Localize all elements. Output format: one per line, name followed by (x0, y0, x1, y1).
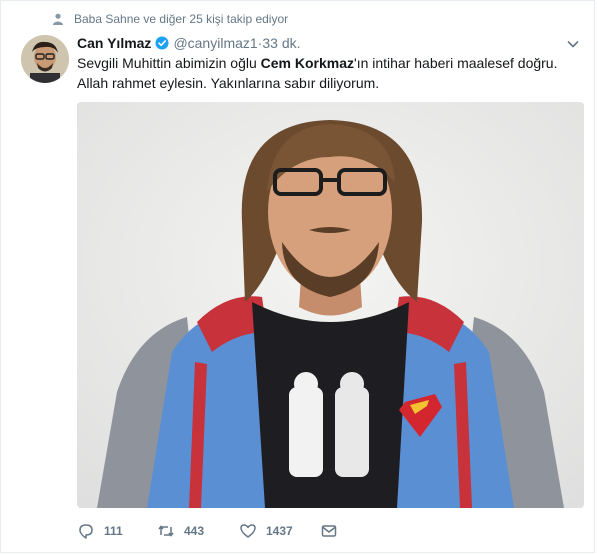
tweet-actions: 111 443 1437 (77, 522, 347, 540)
retweet-button[interactable]: 443 (157, 522, 239, 540)
social-context-text[interactable]: Baba Sahne ve diğer 25 kişi takip ediyor (74, 12, 288, 26)
avatar[interactable] (21, 35, 69, 83)
timestamp[interactable]: 33 dk. (262, 35, 300, 51)
heart-icon (240, 524, 256, 538)
reply-icon (79, 524, 93, 539)
tweet-photo[interactable] (77, 102, 584, 508)
retweet-icon (158, 525, 174, 537)
like-count: 1437 (266, 524, 293, 538)
mention-name: Cem Korkmaz (260, 55, 355, 71)
reply-button[interactable]: 111 (77, 522, 157, 540)
display-name[interactable]: Can Yılmaz (77, 35, 151, 51)
tweet-text: Sevgili Muhittin abimizin oğlu Cem Korkm… (77, 53, 577, 93)
direct-message-button[interactable] (320, 522, 347, 540)
social-context: Baba Sahne ve diğer 25 kişi takip ediyor (52, 12, 288, 26)
person-icon (53, 13, 63, 25)
tweet-text-part1: Sevgili Muhittin abimizin oğlu (77, 55, 261, 71)
photo-illustration (77, 102, 584, 508)
handle[interactable]: @canyilmaz1 (173, 35, 257, 51)
tweet-header: Can Yılmaz @canyilmaz1 · 33 dk. (77, 35, 301, 51)
retweet-count: 443 (184, 524, 205, 538)
reply-count: 111 (104, 524, 123, 538)
like-button[interactable]: 1437 (239, 522, 320, 540)
tweet-text-part2: 'ın intihar haberi maalesef doğru. (354, 55, 558, 71)
chevron-down-icon[interactable] (566, 37, 580, 51)
tweet-text-line2: Allah rahmet eylesin. Yakınlarına sabır … (77, 75, 380, 91)
verified-badge-icon (155, 36, 169, 50)
envelope-icon (321, 525, 337, 537)
